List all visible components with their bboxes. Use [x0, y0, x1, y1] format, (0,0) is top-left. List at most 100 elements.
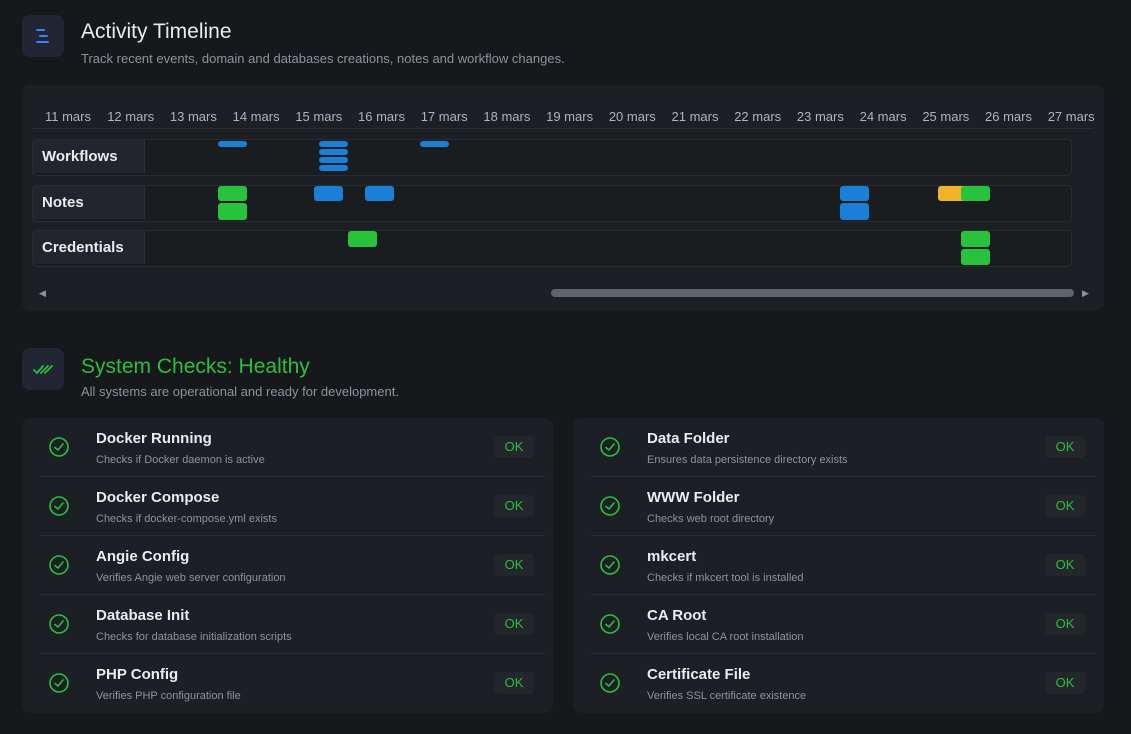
event-note[interactable] [314, 186, 343, 201]
event-credential[interactable] [348, 231, 377, 247]
date-label: 22 mars [734, 109, 782, 124]
check-circle-icon [49, 673, 69, 693]
check-circle-icon [49, 437, 69, 457]
status-badge: OK [1045, 672, 1085, 694]
date-label: 14 mars [232, 109, 280, 124]
check-description: Ensures data persistence directory exist… [647, 454, 848, 466]
status-badge: OK [494, 613, 534, 635]
date-label: 13 mars [169, 109, 217, 124]
timeline-subtitle: Track recent events, domain and database… [81, 51, 565, 66]
check-description: Checks for database initialization scrip… [96, 631, 292, 643]
check-row: mkcert Checks if mkcert tool is installed… [573, 536, 1104, 595]
date-label: 12 mars [107, 109, 155, 124]
status-badge: OK [1045, 436, 1085, 458]
date-label: 16 mars [358, 109, 405, 124]
check-row: Certificate File Verifies SSL certificate… [573, 654, 1104, 713]
date-label: 15 mars [295, 109, 343, 124]
check-name: Database Init [96, 607, 190, 624]
event-workflow[interactable] [420, 141, 449, 147]
date-label: 27 mars [1047, 109, 1095, 124]
event-note[interactable] [961, 186, 990, 201]
check-row: Data Folder Ensures data persistence dire… [573, 418, 1104, 477]
check-circle-icon [600, 673, 620, 693]
date-label: 26 mars [985, 109, 1032, 124]
check-name: Certificate File [647, 666, 751, 683]
check-row: Angie Config Verifies Angie web server co… [22, 536, 553, 595]
check-circle-icon [49, 555, 69, 575]
timeline-icon [36, 29, 49, 43]
row-label-workflows: Workflows [33, 140, 145, 173]
event-workflow[interactable] [218, 141, 247, 147]
event-note[interactable] [840, 186, 869, 201]
checks-card-right: Data Folder Ensures data persistence dire… [573, 418, 1104, 713]
check-row: Docker Compose Checks if docker-compose.y… [22, 477, 553, 536]
check-row: CA Root Verifies local CA root installati… [573, 595, 1104, 654]
check-name: mkcert [647, 548, 697, 565]
timeline-card: 11 mars 12 mars 13 mars 14 mars 15 mars 16 ma… [22, 85, 1104, 311]
event-workflow[interactable] [319, 141, 348, 147]
event-workflow[interactable] [319, 149, 348, 155]
timeline-row-credentials: Credentials [32, 230, 1072, 267]
event-note[interactable] [218, 186, 247, 201]
check-description: Verifies local CA root installation [647, 631, 804, 643]
check-circle-icon [49, 496, 69, 516]
check-description: Verifies PHP configuration file [96, 690, 241, 702]
check-circle-icon [49, 614, 69, 634]
status-badge: OK [1045, 495, 1085, 517]
check-name: Docker Running [96, 430, 212, 447]
status-badge: OK [494, 672, 534, 694]
horizontal-scrollbar-thumb[interactable] [551, 289, 1074, 297]
event-credential[interactable] [961, 249, 990, 265]
check-name: Docker Compose [96, 489, 220, 506]
check-circle-icon [600, 496, 620, 516]
event-note[interactable] [840, 203, 869, 220]
date-label: 19 mars [546, 109, 594, 124]
check-description: Verifies SSL certificate existence [647, 690, 807, 702]
date-axis-rule [32, 128, 1094, 129]
system-checks-subtitle: All systems are operational and ready fo… [81, 384, 399, 399]
date-label: 20 mars [608, 109, 656, 124]
check-row: PHP Config Verifies PHP configuration fil… [22, 654, 553, 713]
timeline-row-notes: Notes [32, 185, 1072, 222]
status-badge: OK [494, 495, 534, 517]
date-label: 23 mars [796, 109, 844, 124]
check-circle-icon [600, 614, 620, 634]
check-description: Checks if Docker daemon is active [96, 454, 265, 466]
check-row: Database Init Checks for database initial… [22, 595, 553, 654]
check-name: Data Folder [647, 430, 730, 447]
timeline-section-icon [22, 15, 64, 57]
date-label: 17 mars [420, 109, 468, 124]
scroll-right-arrow-icon[interactable]: ▶ [1082, 288, 1089, 299]
checks-card-left: Docker Running Checks if Docker daemon is… [22, 418, 553, 713]
check-row: Docker Running Checks if Docker daemon is… [22, 418, 553, 477]
system-section-icon [22, 348, 64, 390]
date-label: 18 mars [483, 109, 531, 124]
check-circle-icon [600, 437, 620, 457]
event-note[interactable] [218, 203, 247, 220]
scroll-left-arrow-icon[interactable]: ◀ [39, 288, 46, 299]
check-name: WWW Folder [647, 489, 740, 506]
date-label: 24 mars [859, 109, 907, 124]
check-description: Verifies Angie web server configuration [96, 572, 286, 584]
timeline-title: Activity Timeline [81, 20, 232, 43]
double-check-icon [33, 365, 53, 374]
status-badge: OK [494, 554, 534, 576]
row-label-credentials: Credentials [33, 231, 145, 264]
status-badge: OK [1045, 554, 1085, 576]
check-name: PHP Config [96, 666, 179, 683]
check-row: WWW Folder Checks web root directory OK [573, 477, 1104, 536]
event-credential[interactable] [961, 231, 990, 247]
event-note[interactable] [365, 186, 394, 201]
status-badge: OK [1045, 613, 1085, 635]
date-label: 21 mars [671, 109, 719, 124]
date-label: 11 mars [45, 109, 91, 124]
check-description: Checks if docker-compose.yml exists [96, 513, 277, 525]
event-workflow[interactable] [319, 165, 348, 171]
check-description: Checks if mkcert tool is installed [647, 572, 804, 584]
event-workflow[interactable] [319, 157, 348, 163]
row-label-notes: Notes [33, 186, 145, 219]
check-description: Checks web root directory [647, 513, 775, 525]
check-circle-icon [600, 555, 620, 575]
check-name: CA Root [647, 607, 707, 624]
timeline-row-workflows: Workflows [32, 139, 1072, 176]
